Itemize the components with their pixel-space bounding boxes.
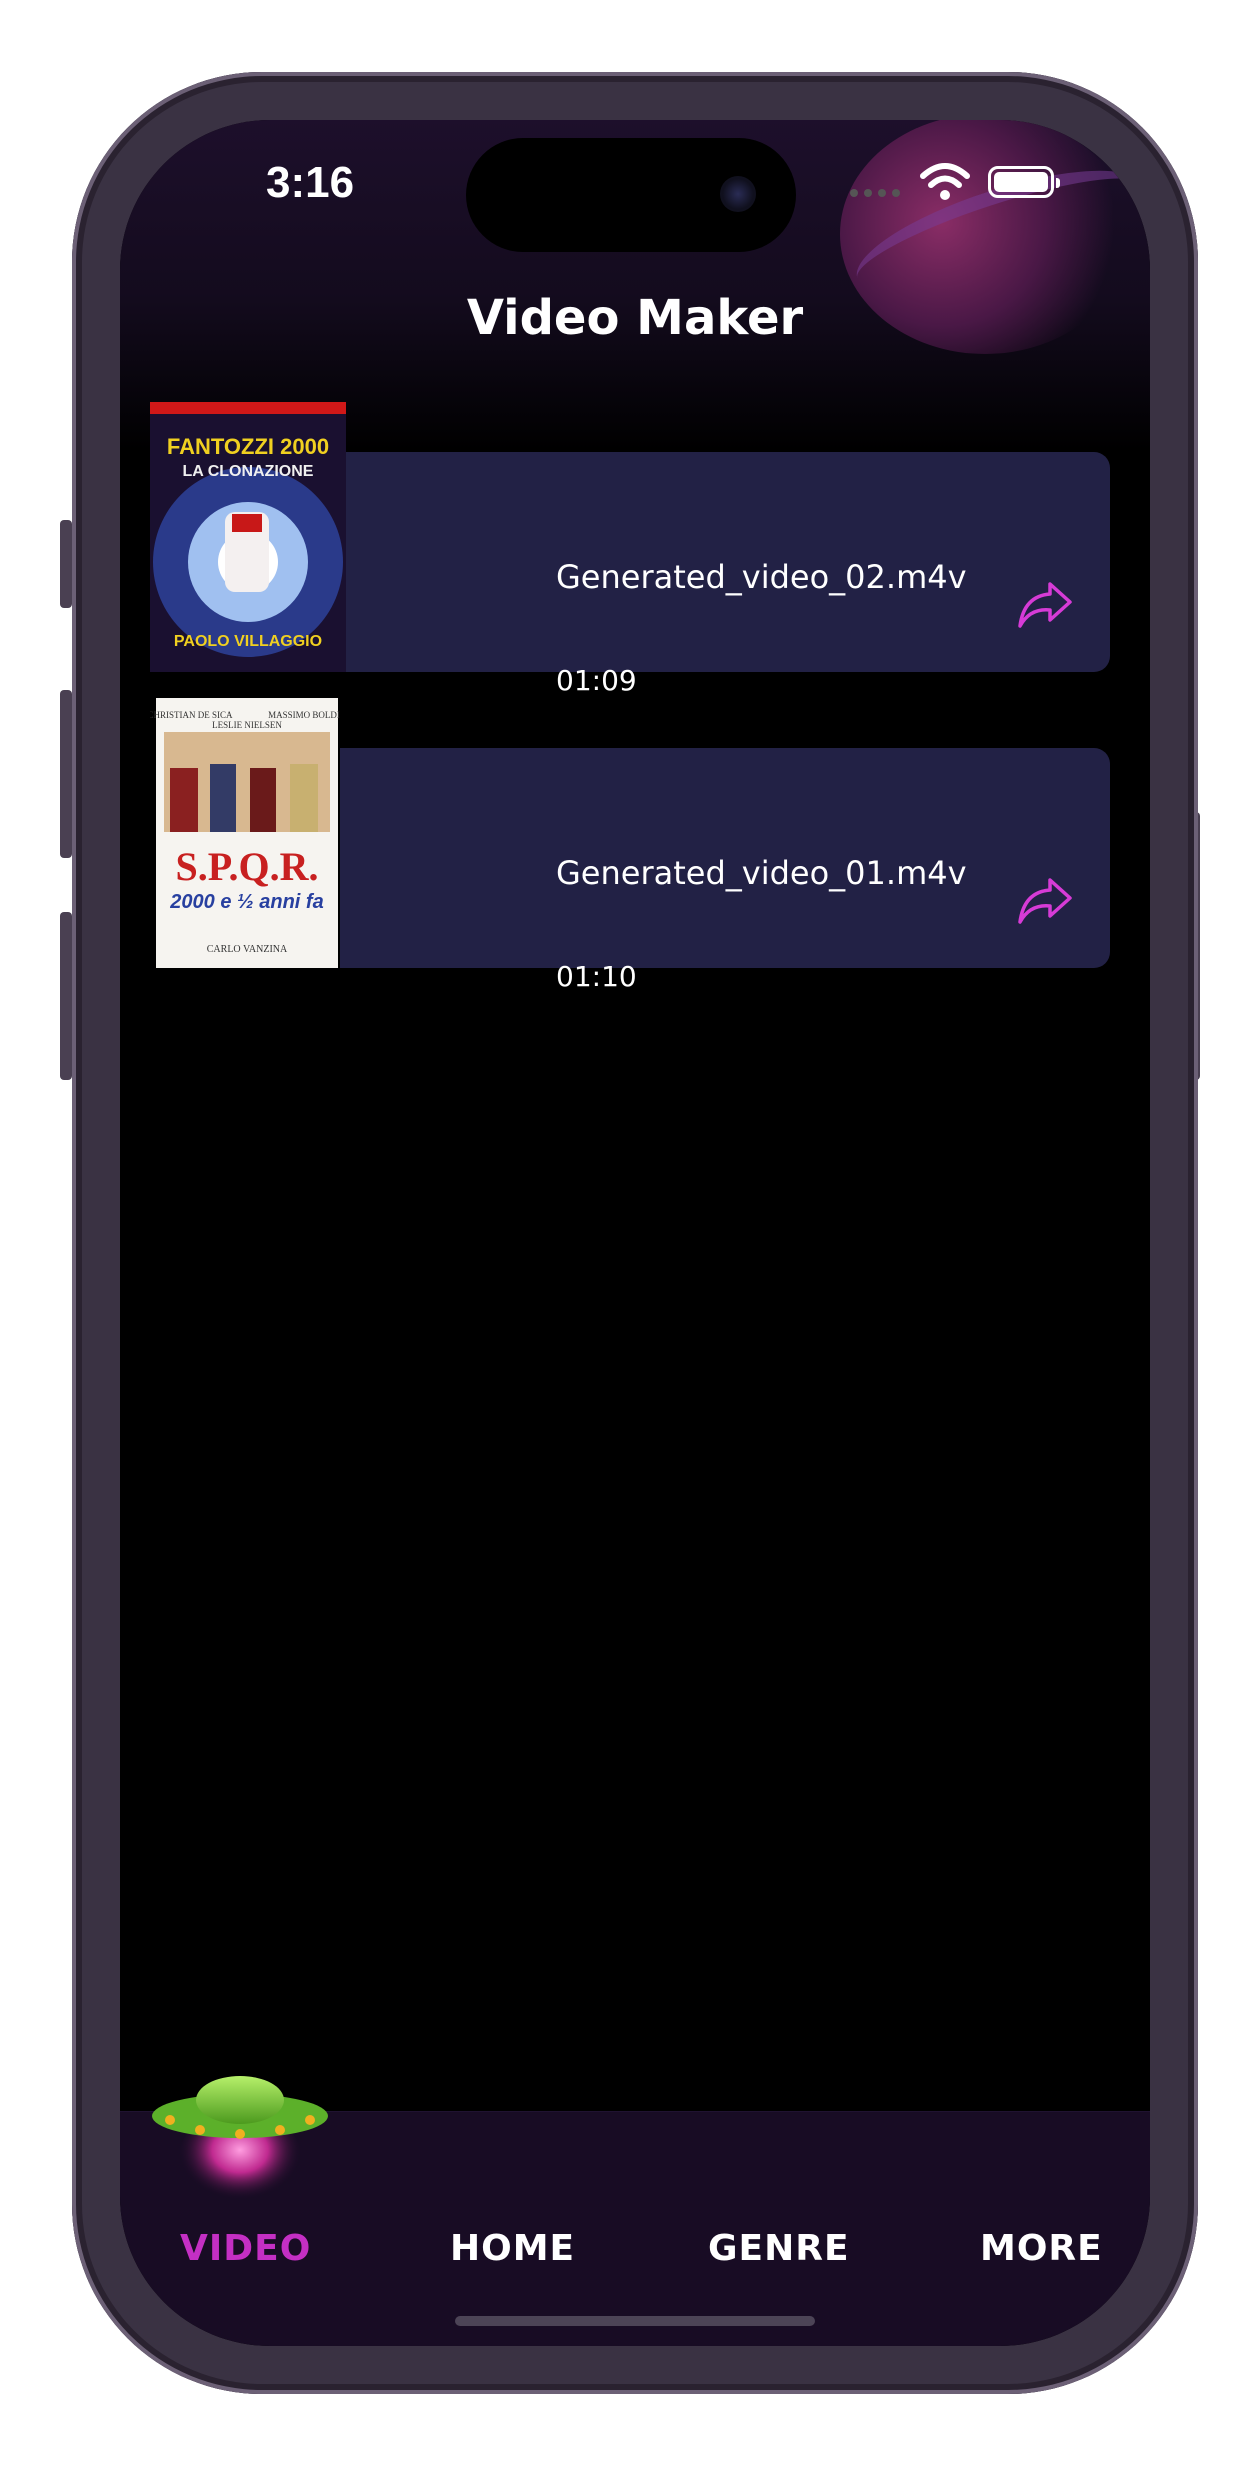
video-name: Generated_video_02.m4v [556,558,967,596]
app-screen: 3:16 Video Maker Generated_video_02.m4v … [120,120,1150,2346]
poster-cast: MASSIMO BOLDI [268,710,340,720]
cellular-signal-icon [850,182,906,197]
home-indicator[interactable] [455,2316,815,2326]
tab-more[interactable]: MORE [980,2228,1103,2269]
poster-subtitle: LA CLONAZIONE [183,463,314,480]
page-title: Video Maker [466,290,804,346]
video-card[interactable]: Generated_video_01.m4v 01:10 [340,748,1110,993]
tab-video[interactable]: VIDEO [180,2228,311,2269]
video-name: Generated_video_01.m4v [556,854,967,892]
poster-footer: CARLO VANZINA [207,944,288,955]
tab-genre[interactable]: GENRE [708,2228,850,2269]
video-thumbnail[interactable]: FANTOZZI 2000 LA CLONAZIONE PAOLO VILLAG… [150,402,346,672]
share-icon[interactable] [1016,580,1074,630]
camera-icon [720,176,756,212]
dynamic-island [466,138,796,252]
tab-home[interactable]: HOME [450,2228,575,2269]
video-duration: 01:09 [556,664,637,697]
poster-title: FANTOZZI 2000 [167,434,329,459]
battery-icon [988,166,1060,198]
action-button [60,520,72,608]
video-list-item[interactable]: Generated_video_01.m4v 01:10 CHRISTIAN D… [150,698,1110,993]
volume-up-button [60,690,72,858]
poster-cast: CHRISTIAN DE SICA [150,710,233,720]
video-card[interactable]: Generated_video_02.m4v 01:09 [340,452,1110,697]
poster-footer: PAOLO VILLAGGIO [174,633,322,650]
poster-cast: LESLIE NIELSEN [212,720,282,730]
bottom-tab-bar: VIDEO HOME GENRE MORE [120,2076,1150,2346]
volume-down-button [60,912,72,1080]
ufo-icon [152,2076,328,2210]
wifi-icon [920,163,970,200]
poster-subtitle: 2000 e ½ anni fa [169,891,323,913]
video-thumbnail[interactable]: CHRISTIAN DE SICA LESLIE NIELSEN MASSIMO… [150,698,346,968]
status-time: 3:16 [266,158,355,207]
video-duration: 01:10 [556,960,637,993]
video-list-item[interactable]: Generated_video_02.m4v 01:09 FANTOZZI 20… [150,402,1110,697]
share-icon[interactable] [1016,876,1074,926]
poster-title: S.P.Q.R. [175,844,318,889]
